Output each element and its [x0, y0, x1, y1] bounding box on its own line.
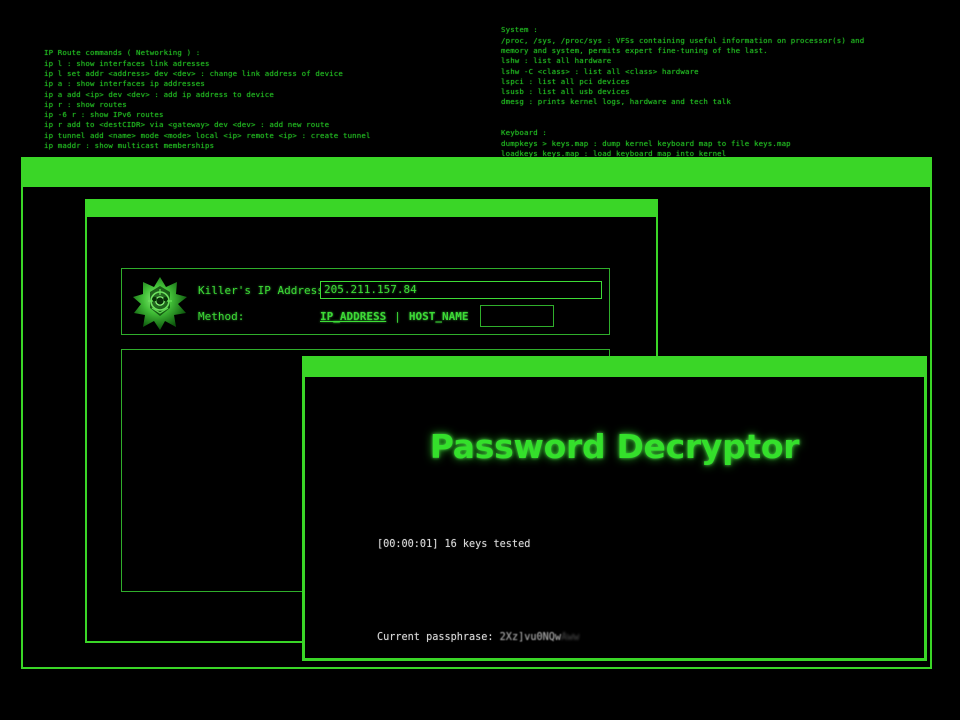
decryptor-output: [00:00:01] 16 keys tested Current passph… — [377, 504, 815, 658]
method-option-ip-address[interactable]: IP_ADDRESS — [320, 310, 386, 323]
ip-target-titlebar[interactable] — [87, 199, 656, 217]
outer-window-titlebar[interactable] — [23, 157, 930, 187]
decryptor-passphrase-row: Current passphrase: 2Xz]vu0NQw Aww — [377, 632, 815, 644]
background-terminal-right: System : /proc, /sys, /proc/sys : VFSs c… — [501, 25, 865, 158]
decryptor-titlebar[interactable] — [305, 356, 924, 377]
ip-target-fields: Killer's IP Address: 205.211.157.84 Meth… — [198, 277, 602, 329]
decryptor-body: Password Decryptor [00:00:01] 16 keys te… — [305, 377, 924, 658]
passphrase-label: Current passphrase: — [377, 631, 500, 643]
method-value-field[interactable] — [480, 305, 555, 327]
decryptor-status-line: [00:00:01] 16 keys tested — [377, 538, 531, 550]
ip-target-panel: Killer's IP Address: 205.211.157.84 Meth… — [121, 268, 610, 335]
passphrase-value: 2Xz]vu0NQw — [499, 631, 562, 643]
background-terminal-left: IP Route commands ( Networking ) : ip l … — [44, 48, 371, 151]
ip-address-input[interactable]: 205.211.157.84 — [320, 281, 602, 299]
password-decryptor-window: Password Decryptor [00:00:01] 16 keys te… — [302, 356, 927, 661]
method-label: Method: — [198, 309, 245, 323]
method-row: Method: IP_ADDRESS | HOST_NAME — [198, 303, 602, 329]
decryptor-heading: Password Decryptor — [429, 427, 800, 466]
passphrase-tail: Aww — [561, 631, 580, 643]
target-emblem-icon — [132, 275, 188, 331]
method-separator: | — [394, 309, 401, 323]
ip-address-row: Killer's IP Address: 205.211.157.84 — [198, 277, 602, 303]
ip-address-label: Killer's IP Address: — [198, 283, 331, 297]
method-option-host-name[interactable]: HOST_NAME — [409, 310, 469, 323]
screen-root: IP Route commands ( Networking ) : ip l … — [0, 0, 960, 720]
